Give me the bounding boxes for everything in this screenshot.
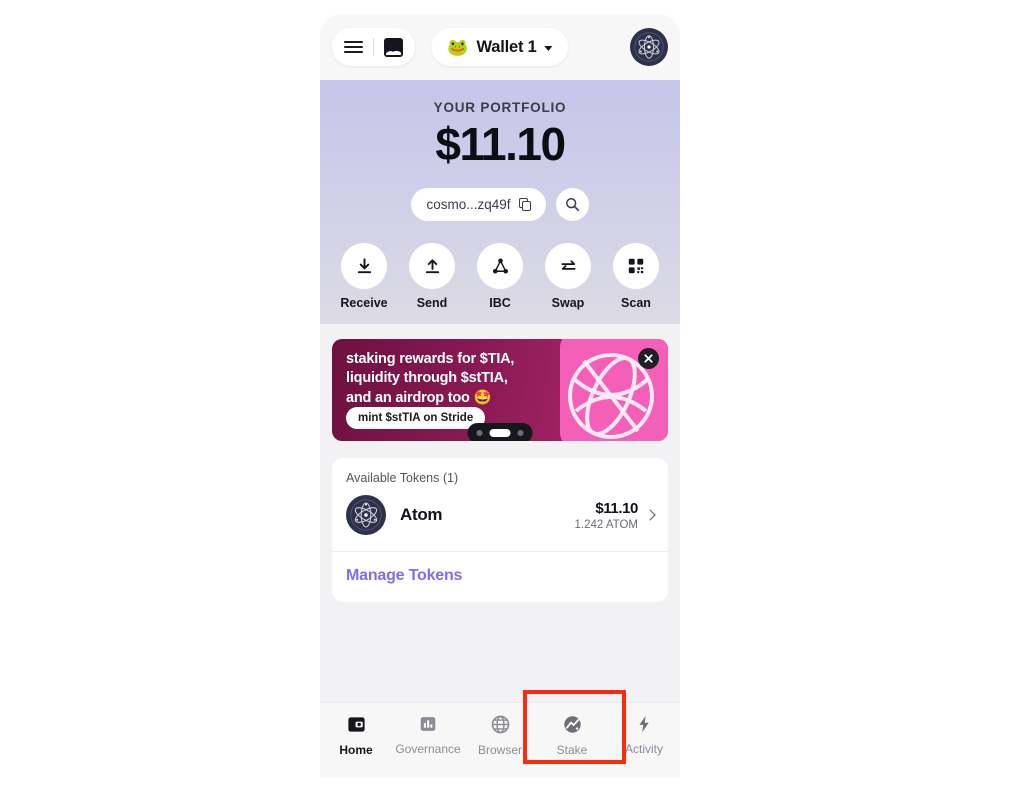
nav-label-stake: Stake [556,743,588,757]
nav-label-activity: Activity [624,742,663,756]
promo-banner[interactable]: staking rewards for $TIA, liquidity thro… [332,339,668,442]
search-icon [565,198,579,212]
action-ibc[interactable]: IBC [477,243,523,310]
action-send[interactable]: Send [409,243,455,310]
bottom-navigation: Home Governance Browser Stake Activity [320,702,680,778]
chevron-right-icon [644,509,656,521]
action-swap[interactable]: Swap [545,243,591,310]
menu-pill [332,28,415,66]
action-scan-circle [613,243,659,290]
token-logo [346,495,386,536]
banner-line-1: staking rewards for $TIA, [346,351,515,368]
image-icon[interactable] [384,37,403,57]
phone-frame: 🐸 Wallet 1 YOUR PORTFOLIO $11.10 cosmo..… [320,14,680,778]
action-scan-label: Scan [621,296,651,311]
action-receive-label: Receive [340,296,388,311]
wallet-name-label: Wallet 1 [476,37,537,56]
banner-line-3: and an airdrop too 🤩 [346,389,492,406]
globe-icon [491,715,509,734]
token-values: $11.10 1.242 ATOM [575,500,639,531]
carousel-dot[interactable] [476,430,483,437]
nav-item-browser[interactable]: Browser [464,714,536,757]
nav-item-stake[interactable]: Stake [536,714,608,757]
carousel-indicator [467,423,533,442]
wallet-address-label: cosmo...zq49f [426,197,511,213]
banner-cta-button[interactable]: mint $stTIA on Stride [346,407,486,430]
ibc-node-graph-icon [492,258,508,274]
divider [373,38,374,56]
action-send-label: Send [416,296,448,311]
action-send-circle [409,243,455,290]
address-row: cosmo...zq49f [320,188,680,222]
qr-scan-icon [628,259,644,274]
lightning-bolt-icon [639,715,649,733]
search-button[interactable] [555,188,589,222]
manage-tokens-link[interactable]: Manage Tokens [332,552,668,602]
chevron-down-icon [544,45,553,51]
portfolio-hero: YOUR PORTFOLIO $11.10 cosmo...zq49f Rece… [320,80,680,325]
copy-icon[interactable] [518,198,532,212]
action-ibc-circle [477,243,523,290]
swap-arrows-icon [560,260,576,270]
bar-chart-icon [420,717,436,731]
action-receive-circle [341,243,387,290]
nav-label-governance: Governance [395,742,461,756]
close-icon [644,354,653,363]
wallet-address-pill[interactable]: cosmo...zq49f [411,188,546,222]
nav-label-home: Home [339,743,373,757]
nav-item-home[interactable]: Home [320,714,392,757]
cosmos-atom-icon [350,499,382,531]
upload-arrow-icon [425,259,439,273]
cosmos-atom-avatar-icon [634,32,664,62]
stake-chart-icon [563,716,581,733]
wallet-icon [347,717,365,732]
action-receive[interactable]: Receive [340,243,388,311]
frog-avatar-icon: 🐸 [447,37,469,57]
available-tokens-title: Available Tokens (1) [346,471,459,486]
action-scan[interactable]: Scan [613,243,659,310]
portfolio-balance: $11.10 [435,118,566,170]
nav-label-browser: Browser [477,743,522,757]
page-title: YOUR PORTFOLIO [433,100,567,115]
quick-actions: Receive Send IBC Swap Scan [320,243,680,310]
carousel-dot[interactable] [517,430,524,437]
action-ibc-label: IBC [489,296,511,311]
action-swap-label: Swap [551,296,585,311]
carousel-dot-active[interactable] [489,429,511,438]
banner-line-2: liquidity through $stTIA, [346,370,508,387]
main-content: YOUR PORTFOLIO $11.10 cosmo...zq49f Rece… [320,80,680,702]
hamburger-menu-icon[interactable] [344,40,363,54]
top-bar: 🐸 Wallet 1 [320,14,680,80]
download-arrow-icon [357,258,371,273]
wallet-selector[interactable]: 🐸 Wallet 1 [431,28,569,66]
available-tokens-card: Available Tokens (1) Atom $11.10 1.242 A… [332,458,668,603]
banner-text: staking rewards for $TIA, liquidity thro… [346,350,514,407]
token-row-atom[interactable]: Atom $11.10 1.242 ATOM [332,485,668,551]
nav-item-activity[interactable]: Activity [608,714,680,756]
nav-item-governance[interactable]: Governance [392,714,464,756]
avatar[interactable] [630,28,668,66]
token-amount-value: 1.242 ATOM [574,518,639,531]
token-name-label: Atom [400,505,443,525]
token-fiat-value: $11.10 [595,499,638,517]
action-swap-circle [545,243,591,290]
